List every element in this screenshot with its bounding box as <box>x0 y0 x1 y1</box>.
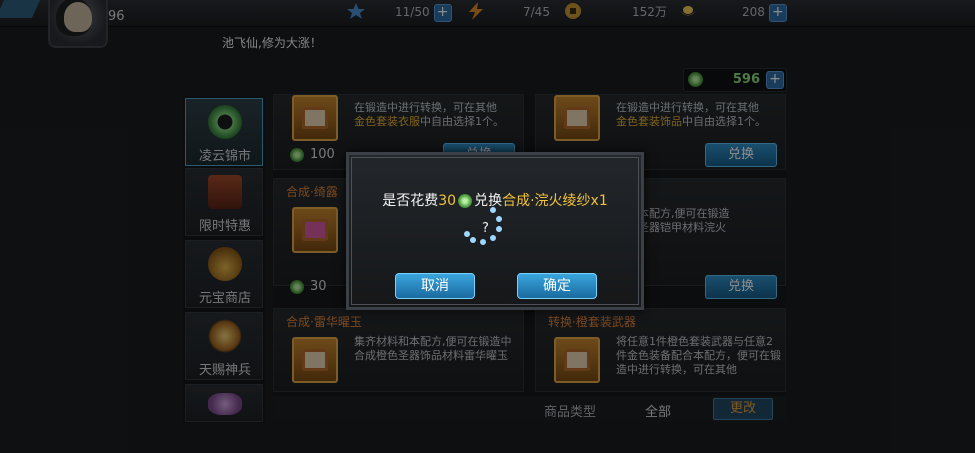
loading-spinner: ? <box>462 207 512 251</box>
spinner-dot <box>470 237 476 243</box>
spinner-dot <box>490 207 496 213</box>
item-name: 合成·浣火绫纱x1 <box>502 193 608 209</box>
message-prefix: 是否花费 <box>382 193 439 209</box>
confirm-button[interactable]: 确定 <box>517 273 597 299</box>
confirm-dialog: 是否花费30 兑换合成·浣火绫纱x1 ? 取消 确定 <box>346 152 644 310</box>
spinner-dot <box>480 239 486 245</box>
spinner-dot <box>496 216 502 222</box>
spinner-dot <box>496 226 502 232</box>
cost-amount: 30 <box>438 193 457 209</box>
loading-text: ? <box>482 221 489 236</box>
cancel-button[interactable]: 取消 <box>395 273 475 299</box>
spinner-dot <box>490 235 496 241</box>
spinner-dot <box>464 231 470 237</box>
jade-icon <box>458 194 473 208</box>
